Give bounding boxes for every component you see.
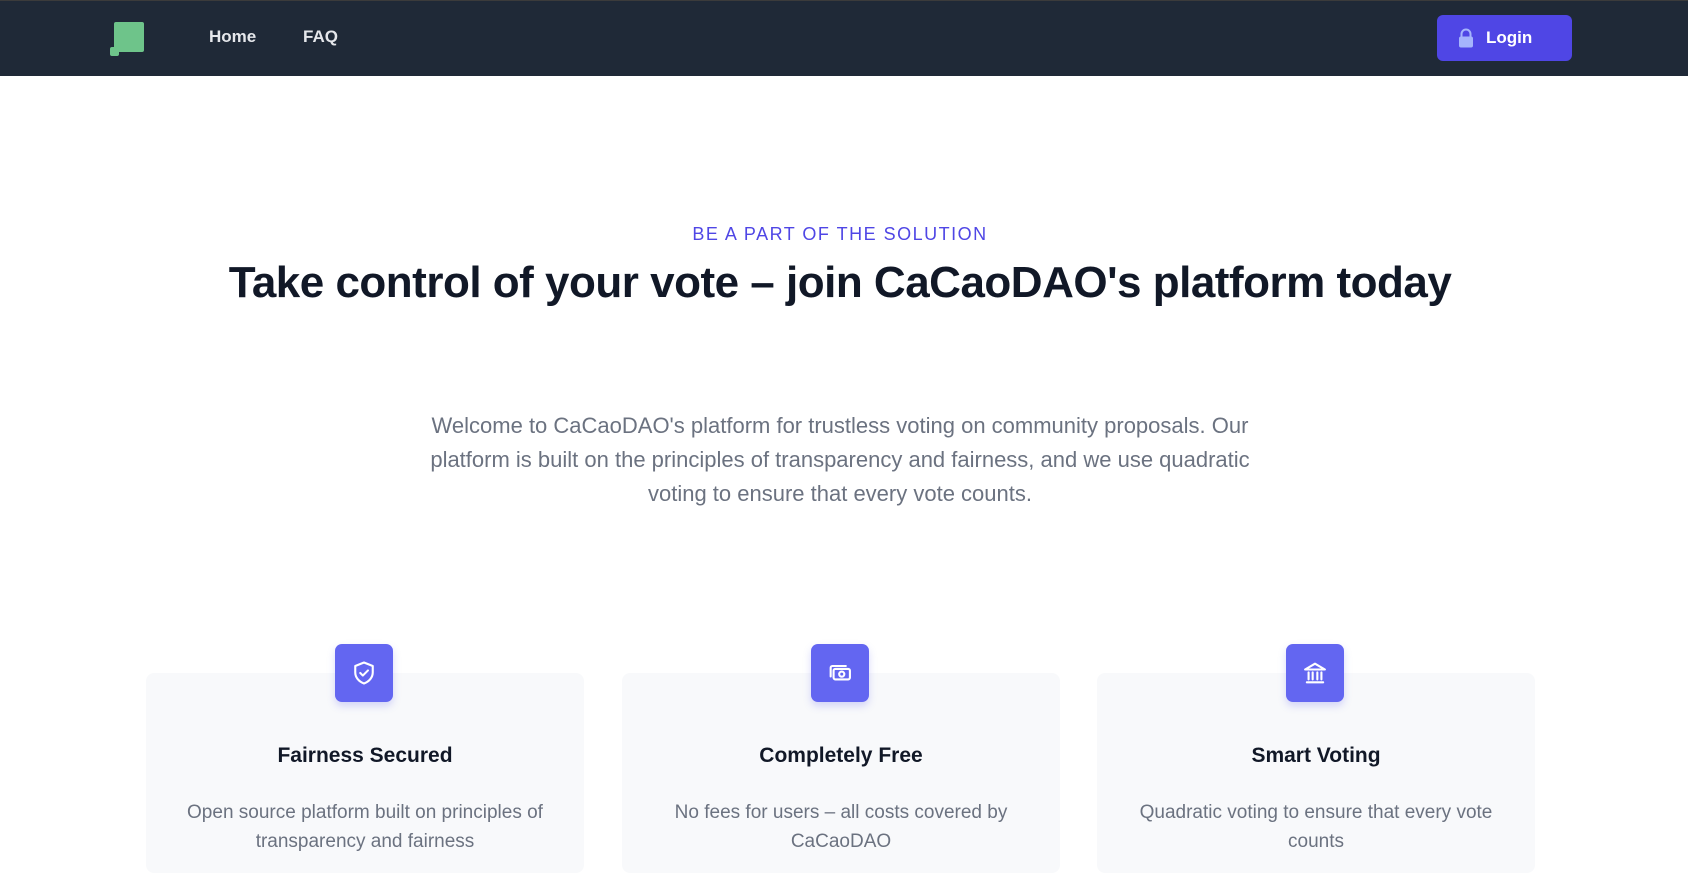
shield-check-icon [335, 644, 393, 702]
feature-title: Fairness Secured [277, 744, 453, 767]
login-label: Login [1486, 28, 1533, 47]
feature-description: Quadratic voting to ensure that every vo… [1139, 802, 1493, 852]
feature-title: Smart Voting [1251, 744, 1381, 767]
feature-description: Open source platform built on principles… [187, 802, 543, 852]
feature-card-smart-voting: Smart Voting Quadratic voting to ensure … [1097, 644, 1535, 873]
feature-description: No fees for users – all costs covered by… [674, 802, 1008, 852]
hero-headline: Take control of your vote – join CaCaoDA… [228, 258, 1452, 307]
hero-intro: Welcome to CaCaoDAO's platform for trust… [430, 413, 1250, 506]
top-navbar: Home FAQ Login [0, 0, 1688, 76]
feature-title: Completely Free [759, 744, 923, 767]
nav-faq-link[interactable]: FAQ [303, 27, 338, 47]
logo-icon[interactable] [110, 22, 144, 56]
hero-eyebrow: BE A PART OF THE SOLUTION [692, 224, 988, 244]
nav-home-link[interactable]: Home [209, 27, 256, 47]
lock-icon [1457, 28, 1475, 48]
cash-icon [811, 644, 869, 702]
feature-card-fairness: Fairness Secured Open source platform bu… [146, 644, 584, 873]
login-button[interactable]: Login [1437, 15, 1572, 61]
feature-card-free: Completely Free No fees for users – all … [622, 644, 1060, 873]
bank-icon [1286, 644, 1344, 702]
